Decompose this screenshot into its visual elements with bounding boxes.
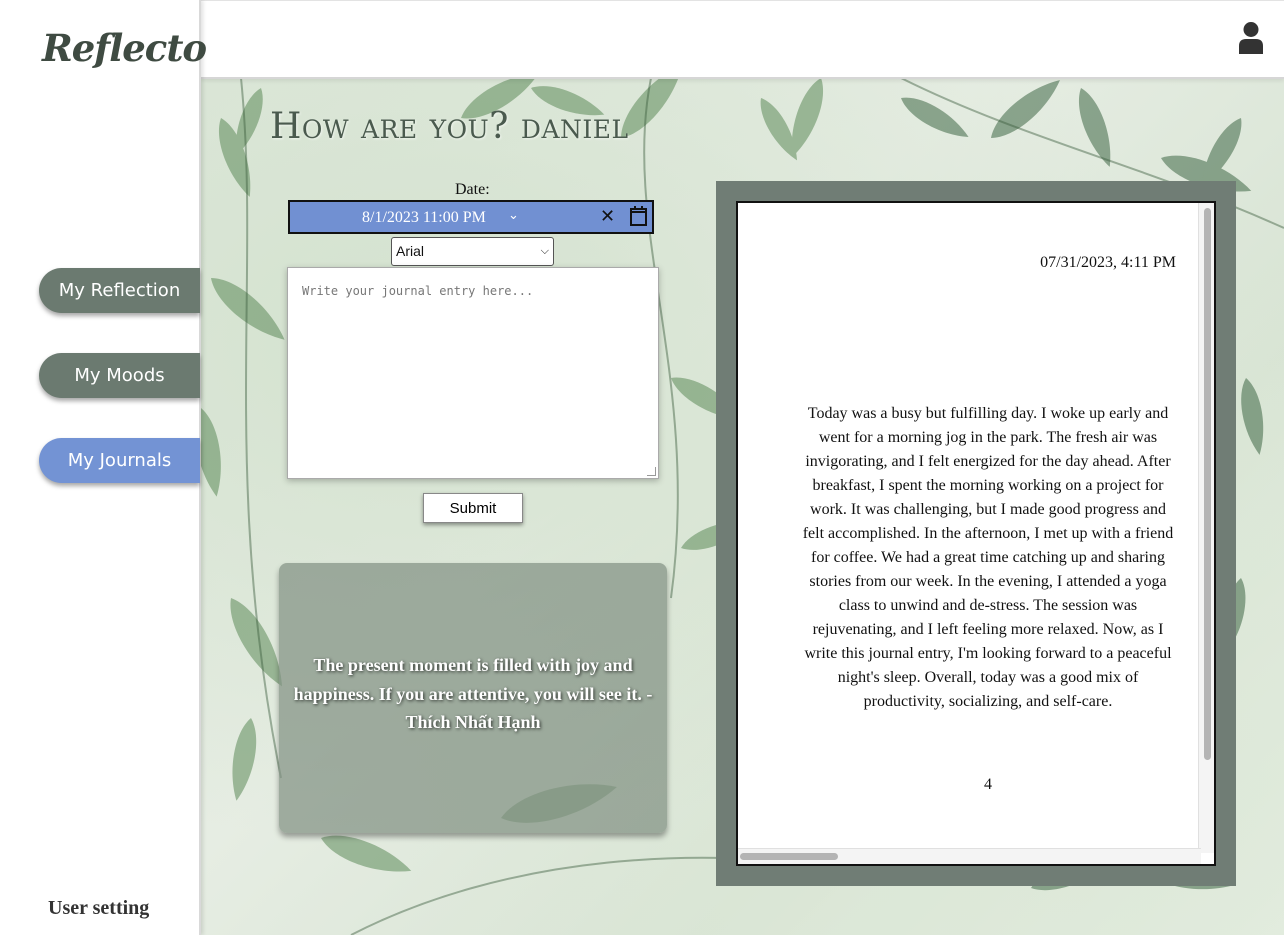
user-setting-link[interactable]: User setting [48,897,149,920]
calendar-icon[interactable] [630,206,647,226]
quote-text: The present moment is filled with joy an… [293,655,653,733]
journal-body: Today was a busy but fulfilling day. I w… [802,405,1174,710]
font-select-value: Arial [396,243,425,259]
page-number: 4 [984,776,992,793]
date-time-input[interactable]: 8/1/2023 11:00 PM ⌄ ✕ [288,200,654,234]
main-content: How are you? daniel Date: 8/1/2023 11:00… [201,78,1284,935]
journal-entry-textarea[interactable]: Write your journal entry here... [287,267,659,479]
app-logo[interactable]: Reflecto [42,26,207,70]
sidebar: Reflecto My Reflection My Moods My Journ… [0,0,207,935]
clear-icon[interactable]: ✕ [600,206,615,227]
chevron-down-icon[interactable]: ⌄ [508,207,519,223]
resize-handle-icon[interactable] [647,467,656,476]
journal-viewer-frame: 07/31/2023, 4:11 PM Today was a busy but… [716,181,1236,886]
user-icon[interactable] [1238,21,1264,55]
nav-my-journals[interactable]: My Journals [39,438,200,483]
submit-button[interactable]: Submit [423,493,523,523]
horizontal-scroll-thumb[interactable] [740,853,838,860]
top-header [201,0,1284,79]
quote-card: The present moment is filled with joy an… [279,563,667,833]
journal-date: 07/31/2023, 4:11 PM [1040,254,1176,271]
page-title: How are you? daniel [270,106,629,147]
vertical-scrollbar[interactable] [1198,203,1214,853]
journal-page[interactable]: 07/31/2023, 4:11 PM Today was a busy but… [736,201,1216,866]
vertical-scroll-thumb[interactable] [1204,208,1211,760]
entry-placeholder: Write your journal entry here... [302,284,534,298]
font-select[interactable]: Arial ⌵ [391,237,554,266]
nav-my-reflection[interactable]: My Reflection [39,268,200,313]
date-label: Date: [455,181,490,198]
nav-my-moods[interactable]: My Moods [39,353,200,398]
chevron-down-icon: ⌵ [540,245,549,257]
horizontal-scrollbar[interactable] [738,848,1201,864]
date-value: 8/1/2023 11:00 PM [362,209,486,226]
